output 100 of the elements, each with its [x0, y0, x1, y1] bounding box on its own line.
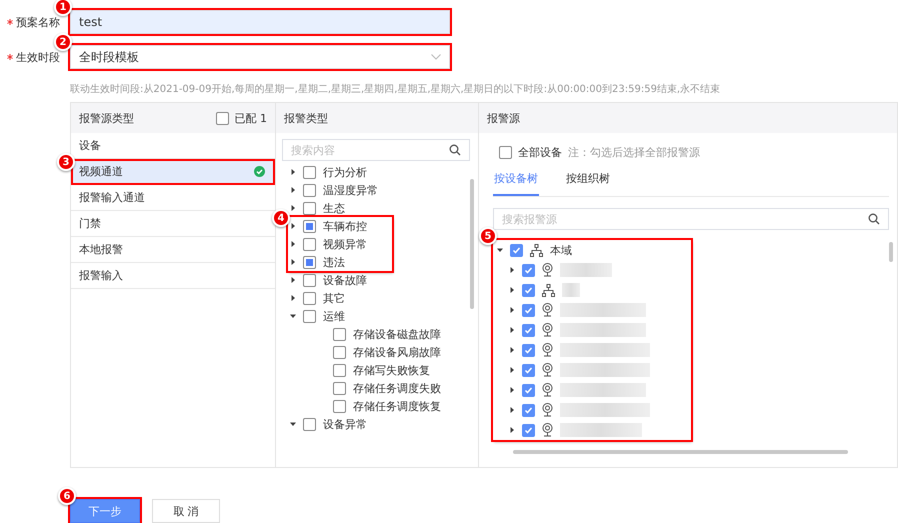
- caret-icon[interactable]: [290, 295, 296, 301]
- search-icon[interactable]: [868, 213, 880, 225]
- camera-icon: [542, 263, 553, 277]
- caret-icon[interactable]: [509, 307, 515, 313]
- checkbox[interactable]: [522, 304, 535, 316]
- checkmark-icon: [524, 326, 533, 334]
- callout-badge: 5: [479, 227, 497, 245]
- checkbox[interactable]: [303, 256, 316, 268]
- tree-item-label: 存储任务调度失败: [353, 380, 441, 396]
- caret-icon[interactable]: [290, 205, 296, 211]
- tree-item[interactable]: 视频异常: [290, 235, 392, 253]
- checkbox[interactable]: [522, 424, 535, 436]
- caret-icon[interactable]: [290, 169, 296, 175]
- checkbox-label: 已配 1: [234, 110, 267, 126]
- checkbox[interactable]: [522, 344, 535, 356]
- camera-icon: [542, 423, 553, 437]
- caret-icon[interactable]: [509, 327, 515, 333]
- tree-item-label: 生态: [323, 200, 345, 216]
- cancel-button[interactable]: 取 消: [152, 499, 220, 523]
- callout-badge: 3: [57, 153, 75, 171]
- caret-icon[interactable]: [509, 387, 515, 393]
- checkmark-icon: [524, 366, 533, 374]
- caret-icon[interactable]: [509, 427, 515, 433]
- callout-badge: 6: [58, 487, 76, 505]
- checkbox[interactable]: [303, 292, 316, 304]
- checkmark-icon: [524, 426, 533, 434]
- scrollbar[interactable]: [470, 179, 474, 309]
- caret-icon[interactable]: [290, 259, 296, 265]
- checkbox[interactable]: [303, 418, 316, 430]
- checkbox[interactable]: [499, 146, 512, 159]
- checkbox[interactable]: [522, 364, 535, 376]
- tree-item-label: 行为分析: [323, 164, 367, 180]
- tree-item[interactable]: 温湿度异常: [290, 181, 478, 199]
- checkbox[interactable]: [333, 400, 346, 412]
- checkbox-label: 全部设备: [518, 145, 562, 160]
- checkbox[interactable]: [303, 274, 316, 286]
- checkbox[interactable]: [216, 112, 228, 124]
- checkbox[interactable]: [522, 264, 535, 276]
- caret-icon[interactable]: [290, 277, 296, 283]
- tree-item[interactable]: 存储任务调度失败: [290, 379, 478, 397]
- checkbox[interactable]: [333, 382, 346, 394]
- tree-item[interactable]: 设备故障: [290, 271, 478, 289]
- checkbox[interactable]: [303, 310, 316, 322]
- tree-item[interactable]: 存储任务调度恢复: [290, 397, 478, 415]
- caret-icon[interactable]: [509, 407, 515, 413]
- tree-item-label: 存储设备风扇故障: [353, 344, 441, 360]
- tree-item[interactable]: 其它: [290, 289, 478, 307]
- caret-icon[interactable]: [290, 241, 296, 247]
- caret-icon[interactable]: [509, 267, 515, 273]
- tree-item-label: 温湿度异常: [323, 182, 378, 198]
- caret-icon[interactable]: [509, 347, 515, 353]
- input-field[interactable]: test: [70, 10, 450, 34]
- tree-item[interactable]: 存储设备磁盘故障: [290, 325, 478, 343]
- checkbox[interactable]: [303, 184, 316, 196]
- tree-item-label: 其它: [323, 290, 345, 306]
- tree-item[interactable]: 运维: [290, 307, 478, 325]
- tree-item-label: 设备异常: [323, 416, 367, 432]
- checkbox[interactable]: [333, 364, 346, 376]
- tree-item[interactable]: 生态: [290, 199, 478, 217]
- checkbox[interactable]: [333, 346, 346, 358]
- checkbox[interactable]: [510, 244, 523, 256]
- checkbox[interactable]: [303, 202, 316, 214]
- tree-item[interactable]: 违法: [290, 253, 392, 271]
- caret-icon[interactable]: [290, 421, 296, 427]
- note-text: 注：勾选后选择全部报警源: [568, 145, 700, 160]
- tab[interactable]: 按组织树: [565, 164, 611, 196]
- select-field[interactable]: 全时段模板: [70, 45, 450, 69]
- checkbox[interactable]: [522, 404, 535, 416]
- tree-item[interactable]: 存储设备风扇故障: [290, 343, 478, 361]
- tree-item-label: 运维: [323, 308, 345, 324]
- checkbox[interactable]: [303, 166, 316, 178]
- tree-item[interactable]: 设备异常: [290, 415, 478, 433]
- tab[interactable]: 按设备树: [493, 164, 539, 196]
- checkbox[interactable]: [522, 324, 535, 336]
- tree-item-label: 设备故障: [323, 272, 367, 288]
- field-label: 生效时段: [0, 50, 60, 64]
- tree-item[interactable]: 车辆布控: [290, 217, 392, 235]
- network-icon: [542, 284, 555, 296]
- tree-item-label: 本域: [550, 242, 572, 258]
- callout-badge: 4: [272, 209, 290, 227]
- caret-icon[interactable]: [497, 247, 503, 253]
- search-icon[interactable]: [449, 144, 461, 156]
- scrollbar[interactable]: [513, 450, 848, 454]
- caret-icon[interactable]: [509, 367, 515, 373]
- checkbox[interactable]: [303, 238, 316, 250]
- caret-icon[interactable]: [509, 287, 515, 293]
- caret-icon[interactable]: [290, 313, 296, 319]
- checkbox[interactable]: [333, 328, 346, 340]
- tree-item[interactable]: 存储写失败恢复: [290, 361, 478, 379]
- caret-icon[interactable]: [290, 187, 296, 193]
- tree-item[interactable]: 行为分析: [290, 163, 478, 181]
- camera-icon: [542, 403, 553, 417]
- callout-badge: 1: [54, 0, 72, 16]
- checkbox[interactable]: [522, 284, 535, 296]
- list-item[interactable]: 视频通道: [71, 159, 275, 185]
- checkbox[interactable]: [303, 220, 316, 232]
- scrollbar[interactable]: [889, 242, 893, 262]
- caret-icon[interactable]: [290, 223, 296, 229]
- tree-item-label: 存储设备磁盘故障: [353, 326, 441, 342]
- checkbox[interactable]: [522, 384, 535, 396]
